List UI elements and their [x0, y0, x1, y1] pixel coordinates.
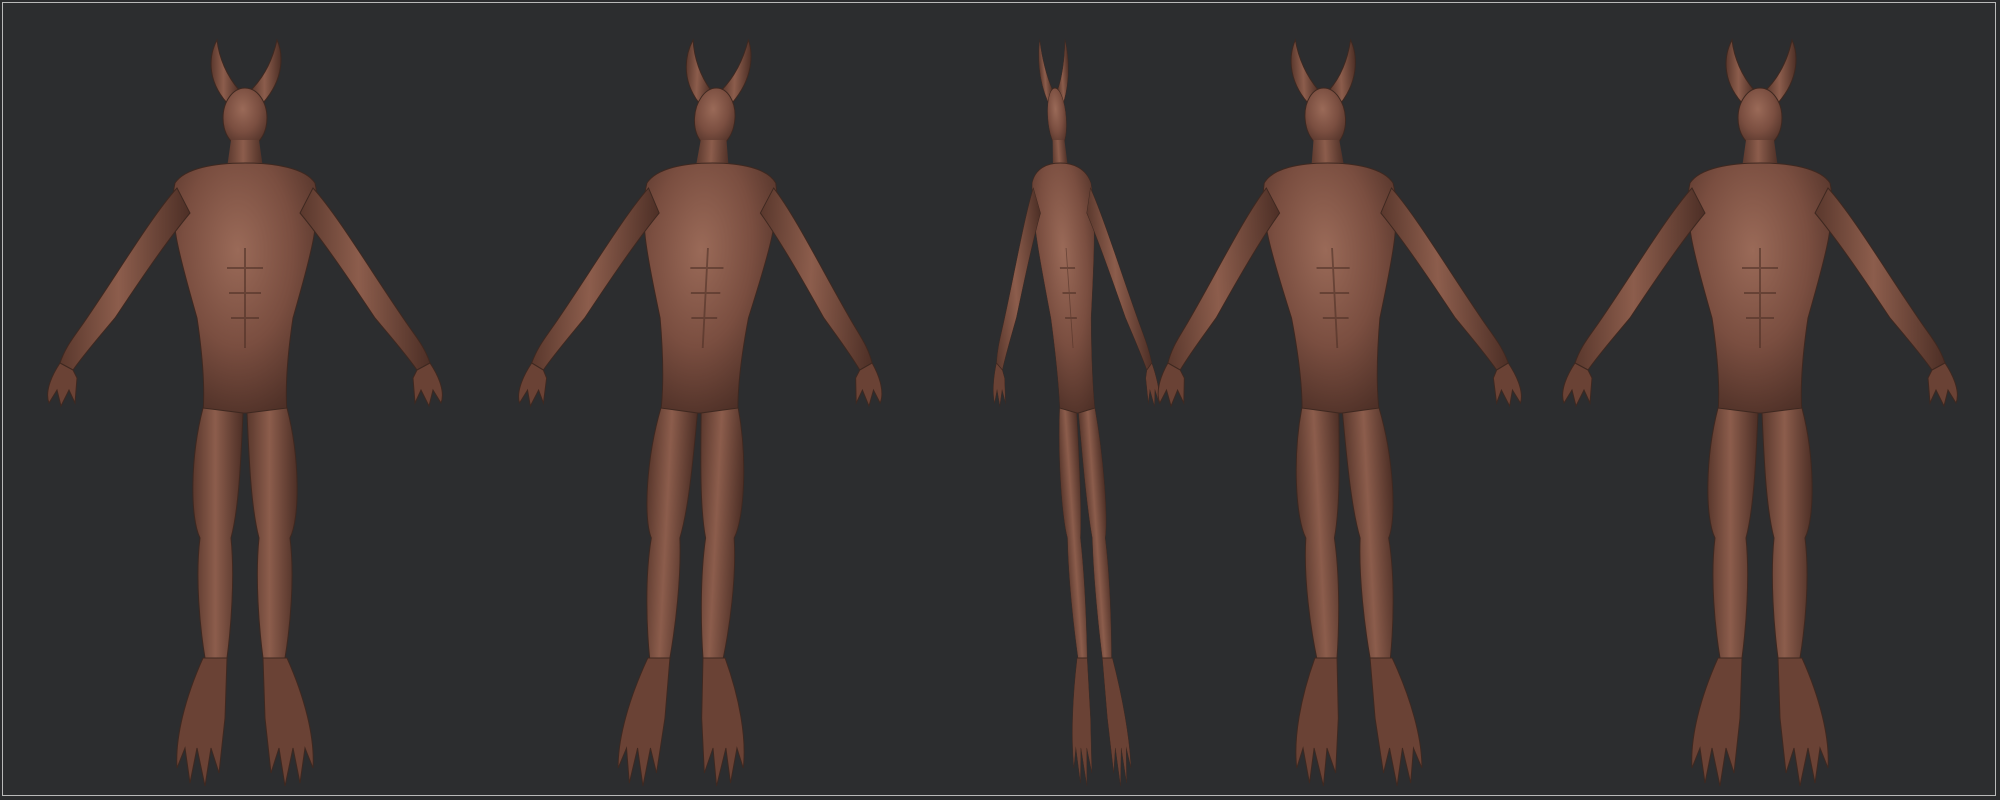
figure-view-three-quarter-front [518, 38, 883, 787]
figure-view-side [993, 38, 1160, 787]
sculpt-render-canvas [47, 38, 1958, 787]
figure-view-front [47, 38, 443, 787]
figure-view-back [1562, 38, 1958, 787]
figure-view-three-quarter-back [1157, 38, 1522, 787]
